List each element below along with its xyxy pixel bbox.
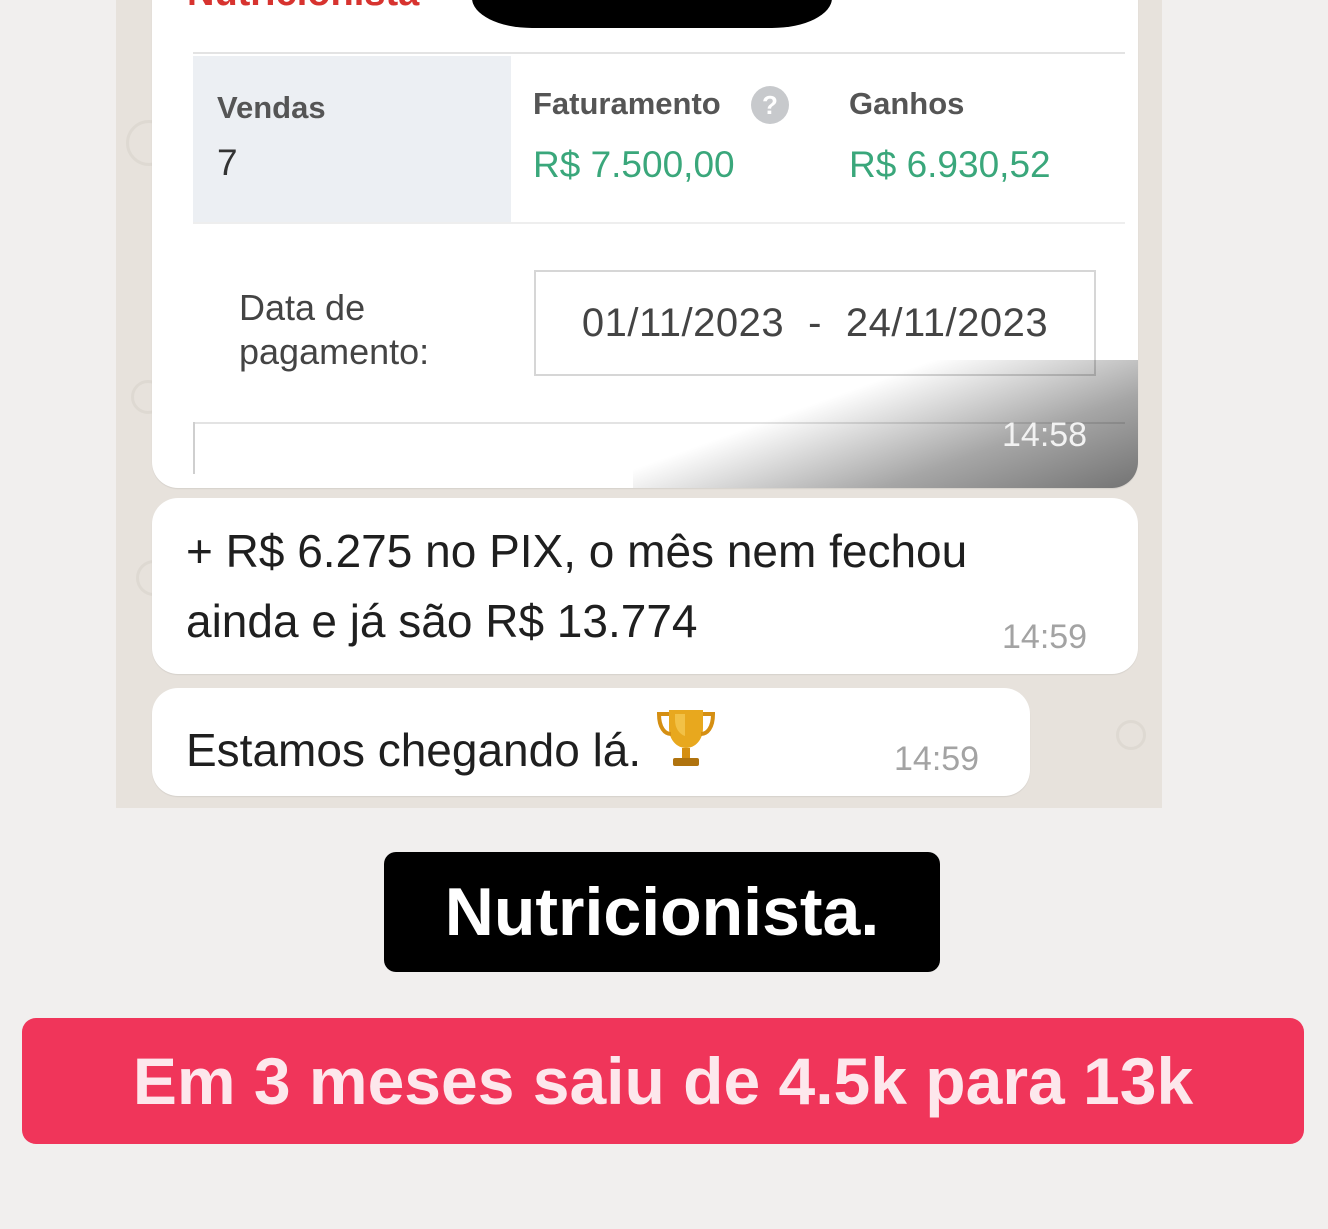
date-separator: -: [808, 300, 822, 345]
divider: [193, 422, 195, 474]
message-text-line: + R$ 6.275 no PIX, o mês nem fechou: [186, 525, 968, 577]
sales-stat-box: Vendas 7: [193, 56, 511, 222]
sales-label: Vendas: [217, 90, 326, 125]
text-message-bubble[interactable]: + R$ 6.275 no PIX, o mês nem fechou aind…: [152, 498, 1138, 674]
redaction-bar: [472, 0, 832, 28]
divider: [193, 222, 1125, 224]
sales-value: 7: [217, 142, 238, 183]
earnings-label: Ganhos: [849, 86, 965, 121]
message-time: 14:59: [894, 740, 980, 778]
caption-highlight: Em 3 meses saiu de 4.5k para 13k: [22, 1018, 1304, 1144]
message-text-line: ainda e já são R$ 13.774: [186, 595, 698, 647]
date-start: 01/11/2023: [581, 300, 785, 345]
payment-date-label: Data de pagamento:: [239, 287, 430, 372]
message-text-content: Estamos chegando lá.: [186, 724, 642, 776]
message-time: 14:58: [1002, 416, 1088, 454]
earnings-value: R$ 6.930,52: [849, 144, 1051, 185]
page-title: Nutricionista: [187, 0, 419, 15]
text-message-bubble[interactable]: Estamos chegando lá. 14:59: [152, 688, 1030, 796]
message-time: 14:59: [1002, 618, 1088, 656]
caption-title: Nutricionista.: [384, 852, 940, 972]
help-icon[interactable]: ?: [751, 86, 789, 124]
revenue-value: R$ 7.500,00: [533, 144, 735, 185]
trophy-icon: [655, 706, 717, 791]
revenue-label: Faturamento: [533, 86, 721, 121]
message-text: Estamos chegando lá.: [186, 706, 717, 791]
date-end: 24/11/2023: [845, 300, 1049, 345]
